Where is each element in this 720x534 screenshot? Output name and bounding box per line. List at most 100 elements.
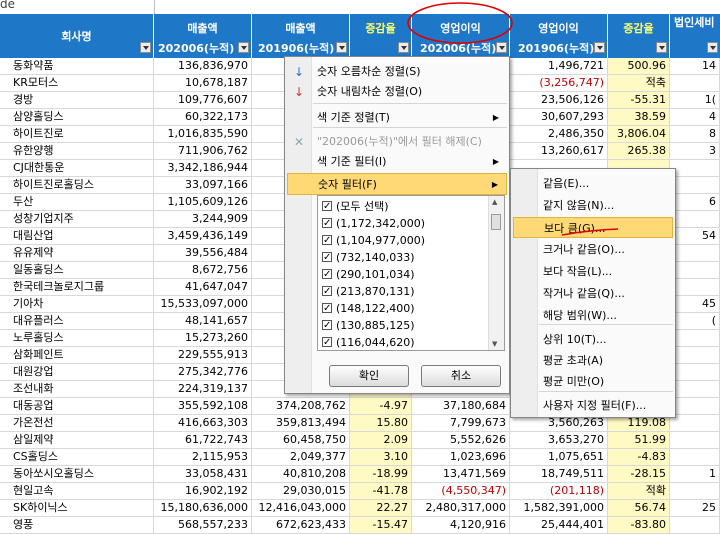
filter-checkbox-item[interactable]: (1,104,977,000) [322,232,425,250]
table-cell[interactable]: 3.10 [350,449,412,465]
table-cell[interactable] [670,262,720,278]
header-growth-1[interactable]: 증감율 [350,14,412,58]
table-cell[interactable]: 14 [670,58,720,74]
table-cell[interactable]: 하이트진로홀딩스 [0,177,154,193]
table-cell[interactable]: 6 [670,194,720,210]
table-cell[interactable]: 60,458,750 [252,432,350,448]
table-cell[interactable]: 229,555,913 [154,347,252,363]
submenu-item[interactable]: 같지 않음(N)... [513,195,673,216]
filter-dropdown-icon[interactable] [238,42,249,53]
table-cell[interactable] [670,432,720,448]
table-cell[interactable]: 48,141,657 [154,313,252,329]
table-cell[interactable]: 3,342,186,944 [154,160,252,176]
table-cell[interactable] [670,177,720,193]
table-cell[interactable]: -15.47 [350,517,412,533]
ok-button[interactable]: 확인 [329,365,409,387]
table-cell[interactable]: 29,030,015 [252,483,350,499]
header-tax[interactable]: 법인세비 [670,14,720,58]
submenu-item[interactable]: 평균 초과(A) [513,350,673,371]
table-cell[interactable]: 대림산업 [0,228,154,244]
filter-dropdown-icon[interactable] [707,42,718,53]
table-cell[interactable]: 동아쏘시오홀딩스 [0,466,154,482]
filter-checkbox-item[interactable]: (130,885,125) [322,317,415,335]
table-cell[interactable]: 2,115,953 [154,449,252,465]
scroll-down-icon[interactable]: ▼ [492,340,497,348]
filter-list-scrollbar[interactable]: ▲ ▼ [488,196,504,350]
table-cell[interactable]: -18.99 [350,466,412,482]
table-cell[interactable]: 568,557,233 [154,517,252,533]
table-cell[interactable]: (201,118) [510,483,608,499]
table-cell[interactable]: 노루홀딩스 [0,330,154,346]
filter-checkbox-item[interactable]: (148,122,400) [322,300,415,318]
filter-checkbox-item[interactable]: (213,870,131) [322,283,415,301]
filter-checkbox-item[interactable]: (116,044,620) [322,334,415,350]
filter-checkbox-item[interactable]: (1,172,342,000) [322,215,425,233]
table-cell[interactable]: 동화약품 [0,58,154,74]
table-cell[interactable]: 삼화페인트 [0,347,154,363]
table-cell[interactable]: 유한양행 [0,143,154,159]
table-cell[interactable]: 18,749,511 [510,466,608,482]
table-cell[interactable]: 359,813,494 [252,415,350,431]
table-cell[interactable]: -55.31 [608,92,670,108]
checkbox-icon[interactable] [322,266,332,284]
checkbox-icon[interactable] [322,249,332,267]
header-company[interactable]: 회사명 [0,14,154,58]
table-cell[interactable]: 대유플러스 [0,313,154,329]
checkbox-icon[interactable] [322,334,332,350]
table-cell[interactable]: 15,273,260 [154,330,252,346]
table-cell[interactable] [670,449,720,465]
header-growth-2[interactable]: 증감율 [608,14,670,58]
table-cell[interactable]: 3 [670,143,720,159]
header-sales-2019[interactable]: 매출액 201906(누적) [252,14,350,58]
table-row[interactable]: CS홀딩스 2,115,953 2,049,377 3.10 1,023,696 1,07… [0,449,720,466]
menu-item[interactable]: 색 기준 필터(I) ▶ [287,151,507,173]
table-cell[interactable]: 유유제약 [0,245,154,261]
table-cell[interactable]: 30,607,293 [510,109,608,125]
table-cell[interactable]: 40,810,208 [252,466,350,482]
table-cell[interactable]: 7,799,673 [412,415,510,431]
table-cell[interactable] [670,211,720,227]
table-cell[interactable]: 1,582,391,000 [510,500,608,516]
menu-item[interactable]: 숫자 필터(F) ▶ [287,173,507,195]
table-cell[interactable]: 13,471,569 [412,466,510,482]
table-cell[interactable]: 60,322,173 [154,109,252,125]
submenu-item[interactable]: 상위 10(T)... [513,329,673,350]
table-cell[interactable]: (3,256,747) [510,75,608,91]
scroll-thumb[interactable] [491,214,501,230]
table-cell[interactable]: 54 [670,228,720,244]
table-cell[interactable]: ( [670,313,720,329]
table-cell[interactable]: CS홀딩스 [0,449,154,465]
table-cell[interactable]: 109,776,607 [154,92,252,108]
table-cell[interactable]: 영풍 [0,517,154,533]
table-row[interactable]: 영풍 568,557,233 672,623,433 -15.47 4,120,916 2… [0,517,720,534]
table-cell[interactable]: 3,244,909 [154,211,252,227]
table-cell[interactable]: 33,058,431 [154,466,252,482]
checkbox-icon[interactable] [322,232,332,250]
table-cell[interactable]: 711,906,762 [154,143,252,159]
table-cell[interactable]: 41,647,047 [154,279,252,295]
table-cell[interactable]: 3,806.04 [608,126,670,142]
table-cell[interactable]: 25,444,401 [510,517,608,533]
table-cell[interactable]: 275,342,776 [154,364,252,380]
submenu-item[interactable]: 사용자 지정 필터(F)... [513,395,673,416]
table-cell[interactable]: 두산 [0,194,154,210]
table-cell[interactable] [670,517,720,533]
table-cell[interactable]: 대동공업 [0,398,154,414]
table-cell[interactable]: 1,023,696 [412,449,510,465]
table-cell[interactable]: 265.38 [608,143,670,159]
table-cell[interactable]: 1,016,835,590 [154,126,252,142]
table-cell[interactable] [670,160,720,176]
filter-dropdown-icon[interactable] [594,42,605,53]
table-cell[interactable] [670,330,720,346]
checkbox-icon[interactable] [322,300,332,318]
table-cell[interactable]: 16,902,192 [154,483,252,499]
table-cell[interactable] [670,381,720,397]
filter-checkbox-item[interactable]: (290,101,034) [322,266,415,284]
table-cell[interactable]: 한국테크놀로지그룹 [0,279,154,295]
table-cell[interactable]: 1,075,651 [510,449,608,465]
table-cell[interactable]: (4,550,347) [412,483,510,499]
table-cell[interactable]: 56.74 [608,500,670,516]
table-cell[interactable]: 대원강업 [0,364,154,380]
table-cell[interactable]: -41.78 [350,483,412,499]
table-row[interactable]: 삼일제약 61,722,743 60,458,750 2.09 5,552,626 3,6… [0,432,720,449]
